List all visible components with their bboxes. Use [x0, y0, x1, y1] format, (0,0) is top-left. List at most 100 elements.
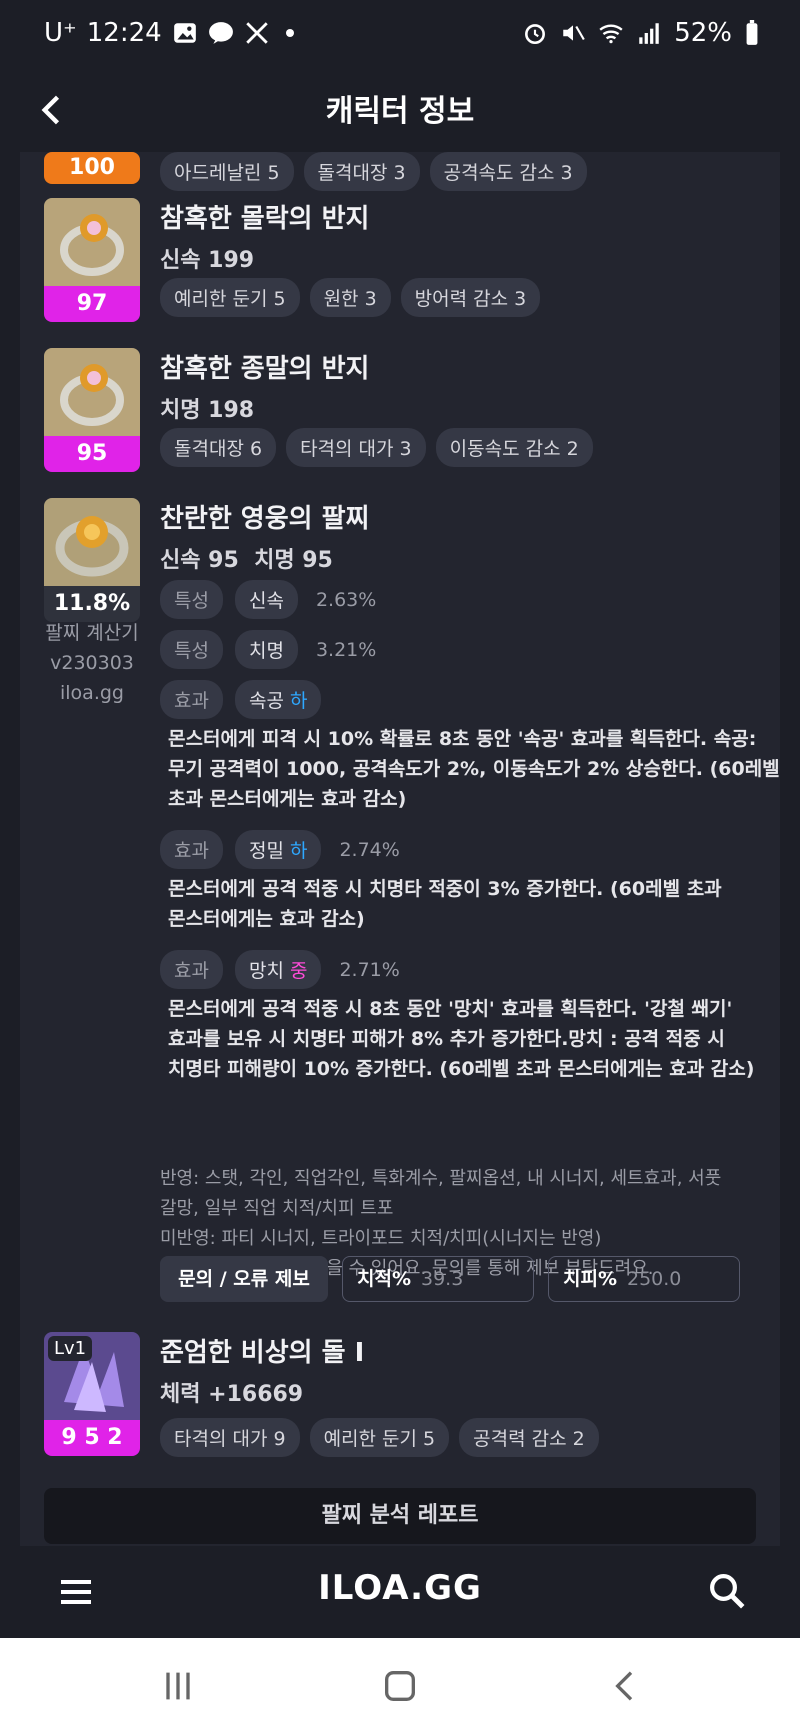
mute-icon — [563, 25, 585, 41]
battery-percent: 52% — [674, 18, 732, 48]
engraving-chip: 원한 3 — [309, 278, 391, 317]
effect-tag: 효과 — [160, 680, 223, 719]
clock: 12:24 — [86, 18, 162, 48]
note-line: 미반영: 파티 시너지, 트라이포드 치적/치피(시너지는 반영) — [160, 1228, 602, 1249]
effect-desc-line: 몬스터에게 공격 적중 시 8초 동안 '망치' 효과를 획득한다. '강철 쐐… — [168, 998, 733, 1020]
item-thumbnail: Lv1 9 5 2 — [44, 1332, 140, 1456]
effect-tag: 효과 — [160, 830, 223, 869]
search-icon[interactable] — [706, 1570, 748, 1612]
trait-percent: 2.63% — [315, 588, 377, 611]
page-title: 캐릭터 정보 — [325, 94, 475, 129]
back-icon[interactable] — [606, 1666, 646, 1706]
effect-tier: 하 — [289, 690, 308, 712]
item-stat: 치명 198 — [160, 398, 255, 423]
effect-description: 몬스터에게 공격 적중 시 치명타 적중이 3% 증가한다. (60레벨 초과 … — [168, 874, 780, 934]
effect-desc-line: 몬스터에게 공격 적중 시 치명타 적중이 3% 증가한다. (60레벨 초과 — [168, 878, 722, 900]
effect-desc-line: 효과를 보유 시 치명타 피해가 8% 추가 증가한다.망치 : 공격 적중 시 — [168, 1028, 725, 1050]
bottom-nav: ILOA.GG — [0, 1546, 800, 1638]
effect-description: 몬스터에게 공격 적중 시 8초 동안 '망치' 효과를 획득한다. '강철 쐐… — [168, 994, 780, 1084]
bracelet-item[interactable]: 11.8% 팔찌 계산기 v230303 iloa.gg 찬란한 영웅의 팔찌 … — [44, 498, 780, 1498]
ring-icon — [44, 198, 140, 286]
trait-name: 신속 — [234, 580, 298, 619]
battery-icon — [746, 20, 758, 45]
trait-row: 특성 치명 3.21% — [160, 630, 376, 669]
wifi-icon — [599, 24, 623, 44]
calculator-site: iloa.gg — [60, 682, 124, 704]
crit-damage-label: 치피% — [563, 1268, 617, 1290]
signal-icon — [639, 23, 659, 44]
engraving-chip: 방어력 감소 3 — [400, 278, 541, 317]
trait-tag: 특성 — [160, 580, 223, 619]
gallery-icon — [173, 23, 196, 43]
trait-percent: 3.21% — [315, 638, 377, 661]
effect-label: 속공 — [248, 690, 284, 712]
effect-desc-line: 몬스터에게는 효과 감소) — [168, 908, 365, 930]
note-line: 갈망, 일부 직업 치적/치피 트포 — [160, 1198, 394, 1219]
engraving-chip: 공격속도 감소 3 — [429, 152, 587, 191]
effect-tier: 하 — [289, 840, 308, 862]
effect-name: 속공 하 — [234, 680, 322, 719]
item-stat: 신속 95 치명 95 — [160, 548, 333, 573]
x-icon — [245, 22, 268, 44]
effect-percent: 2.71% — [339, 958, 400, 981]
engraving-chip: 돌격대장 3 — [303, 152, 420, 191]
engraving-chip: 공격력 감소 2 — [459, 1418, 599, 1457]
item-stat: 신속 199 — [160, 248, 255, 273]
effect-label: 정밀 — [248, 840, 284, 862]
status-bar: U⁺ 12:24 52% — [0, 0, 800, 72]
alarm-icon — [525, 24, 546, 45]
effect-name: 망치 중 — [234, 950, 322, 989]
engraving-chip: 예리한 둔기 5 — [160, 278, 300, 317]
stone-engrave-values: 9 5 2 — [44, 1420, 140, 1456]
calculator-info: 팔찌 계산기 v230303 iloa.gg — [44, 618, 140, 708]
item-name: 찬란한 영웅의 팔찌 — [160, 504, 370, 534]
engraving-chip: 타격의 대가 9 — [160, 1418, 300, 1457]
report-error-button[interactable]: 문의 / 오류 제보 — [160, 1256, 328, 1302]
engraving-chip: 아드레날린 5 — [160, 152, 294, 191]
effect-label: 망치 — [248, 960, 284, 982]
item-level-badge: 97 — [44, 286, 140, 322]
stone-level-badge: Lv1 — [48, 1336, 93, 1361]
effect-desc-line: 초과 몬스터에게는 효과 감소) — [168, 788, 407, 810]
equipment-list[interactable]: 100 아드레날린 5 돌격대장 3 공격속도 감소 3 97 참혹한 몰락의 … — [20, 152, 780, 1546]
effect-desc-line: 몬스터에게 피격 시 10% 확률로 8초 동안 '속공' 효과를 획득한다. … — [168, 728, 757, 750]
crit-rate-value: 39.3 — [421, 1268, 464, 1290]
effect-description: 몬스터에게 피격 시 10% 확률로 8초 동안 '속공' 효과를 획득한다. … — [168, 724, 780, 814]
crit-damage-value: 250.0 — [627, 1268, 682, 1290]
bracelet-percent: 11.8% — [44, 586, 140, 622]
item-name: 참혹한 몰락의 반지 — [160, 204, 370, 234]
recent-apps-icon[interactable] — [158, 1666, 198, 1706]
engraving-chip: 타격의 대가 3 — [286, 428, 426, 467]
effect-row: 효과 망치 중 2.71% — [160, 950, 400, 989]
engraving-chip: 돌격대장 6 — [160, 428, 277, 467]
trait-row: 특성 신속 2.63% — [160, 580, 376, 619]
crit-rate-field[interactable]: 치적% 39.3 — [342, 1256, 534, 1302]
item-name: 준엄한 비상의 돌 I — [160, 1338, 365, 1368]
effect-tag: 효과 — [160, 950, 223, 989]
bracelet-report-button[interactable]: 팔찌 분석 레포트 — [44, 1488, 756, 1544]
bracelet-icon — [44, 498, 140, 586]
effect-desc-line: 무기 공격력이 1000, 공격속도가 2%, 이동속도가 2% 상승한다. (… — [168, 758, 780, 780]
effect-desc-line: 치명타 피해량이 10% 증가한다. (60레벨 초과 몬스터에게는 효과 감소… — [168, 1058, 755, 1080]
effect-tier: 중 — [289, 960, 308, 982]
item-thumbnail: 11.8% — [44, 498, 140, 622]
calculator-title: 팔찌 계산기 — [45, 622, 139, 644]
crit-rate-label: 치적% — [357, 1268, 411, 1290]
note-line: 반영: 스탯, 각인, 직업각인, 특화계수, 팔찌옵션, 내 시너지, 세트효… — [160, 1168, 722, 1189]
effect-percent: 2.74% — [339, 838, 400, 861]
notification-dot — [285, 29, 294, 37]
item-level-badge: 100 — [44, 152, 140, 184]
crit-damage-field[interactable]: 치피% 250.0 — [548, 1256, 740, 1302]
item-name: 참혹한 종말의 반지 — [160, 354, 370, 384]
item-level-badge: 95 — [44, 436, 140, 472]
site-logo[interactable]: ILOA.GG — [0, 1568, 800, 1608]
system-nav-bar — [0, 1638, 800, 1733]
home-icon[interactable] — [380, 1666, 420, 1706]
item-thumbnail: 97 — [44, 198, 140, 322]
item-thumbnail: 95 — [44, 348, 140, 472]
effect-row: 효과 정밀 하 2.74% — [160, 830, 400, 869]
kakaotalk-icon — [208, 22, 233, 44]
trait-tag: 특성 — [160, 630, 223, 669]
calculator-version: v230303 — [50, 652, 134, 674]
carrier-label: U⁺ — [44, 18, 77, 48]
